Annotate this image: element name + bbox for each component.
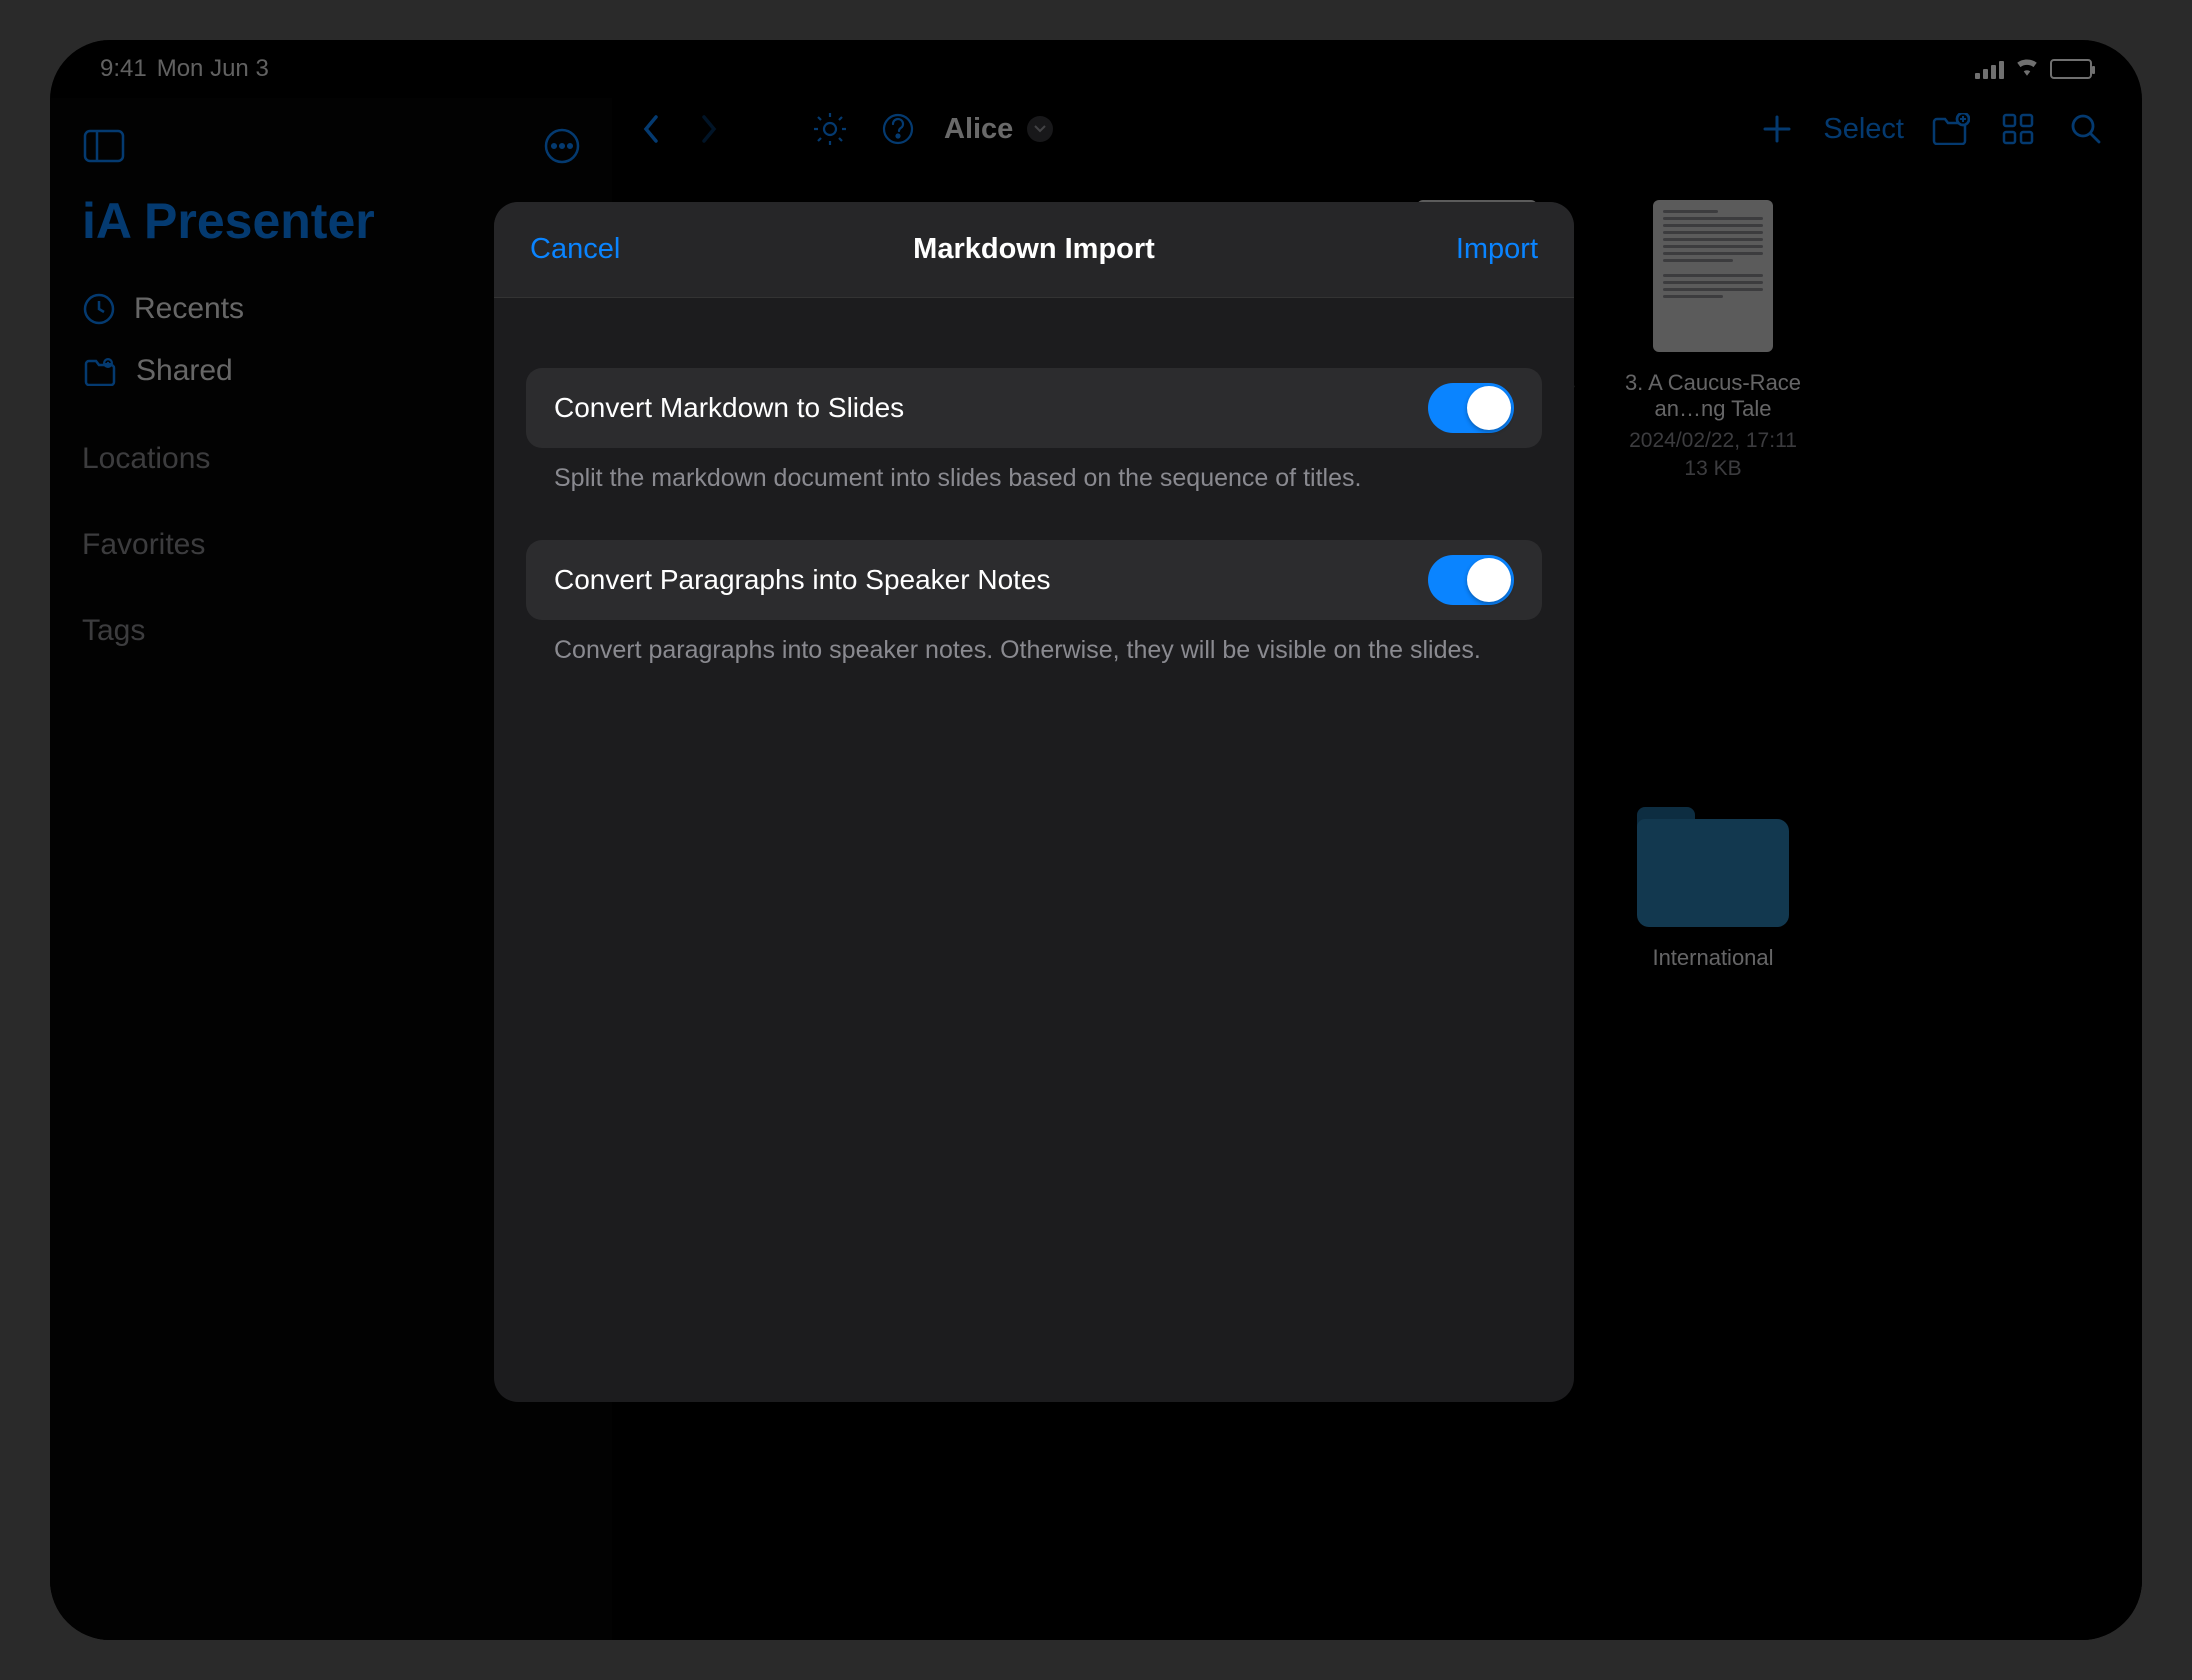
modal-title: Markdown Import bbox=[782, 233, 1286, 266]
option-description: Convert paragraphs into speaker notes. O… bbox=[526, 620, 1542, 668]
option-label: Convert Paragraphs into Speaker Notes bbox=[554, 564, 1428, 596]
option-label: Convert Markdown to Slides bbox=[554, 392, 1428, 424]
option-description: Split the markdown document into slides … bbox=[526, 448, 1542, 496]
device-frame: 9:41 Mon Jun 3 iA Presenter bbox=[50, 40, 2142, 1640]
import-button[interactable]: Import bbox=[1286, 233, 1538, 266]
toggle-convert-to-slides[interactable] bbox=[1428, 383, 1514, 433]
option-paragraphs-to-notes: Convert Paragraphs into Speaker Notes bbox=[554, 540, 1514, 620]
modal-header: Cancel Markdown Import Import bbox=[494, 202, 1574, 298]
option-convert-to-slides: Convert Markdown to Slides bbox=[554, 368, 1514, 448]
toggle-paragraphs-to-notes[interactable] bbox=[1428, 555, 1514, 605]
markdown-import-modal: Cancel Markdown Import Import Convert Ma… bbox=[494, 202, 1574, 1402]
cancel-button[interactable]: Cancel bbox=[530, 233, 782, 266]
